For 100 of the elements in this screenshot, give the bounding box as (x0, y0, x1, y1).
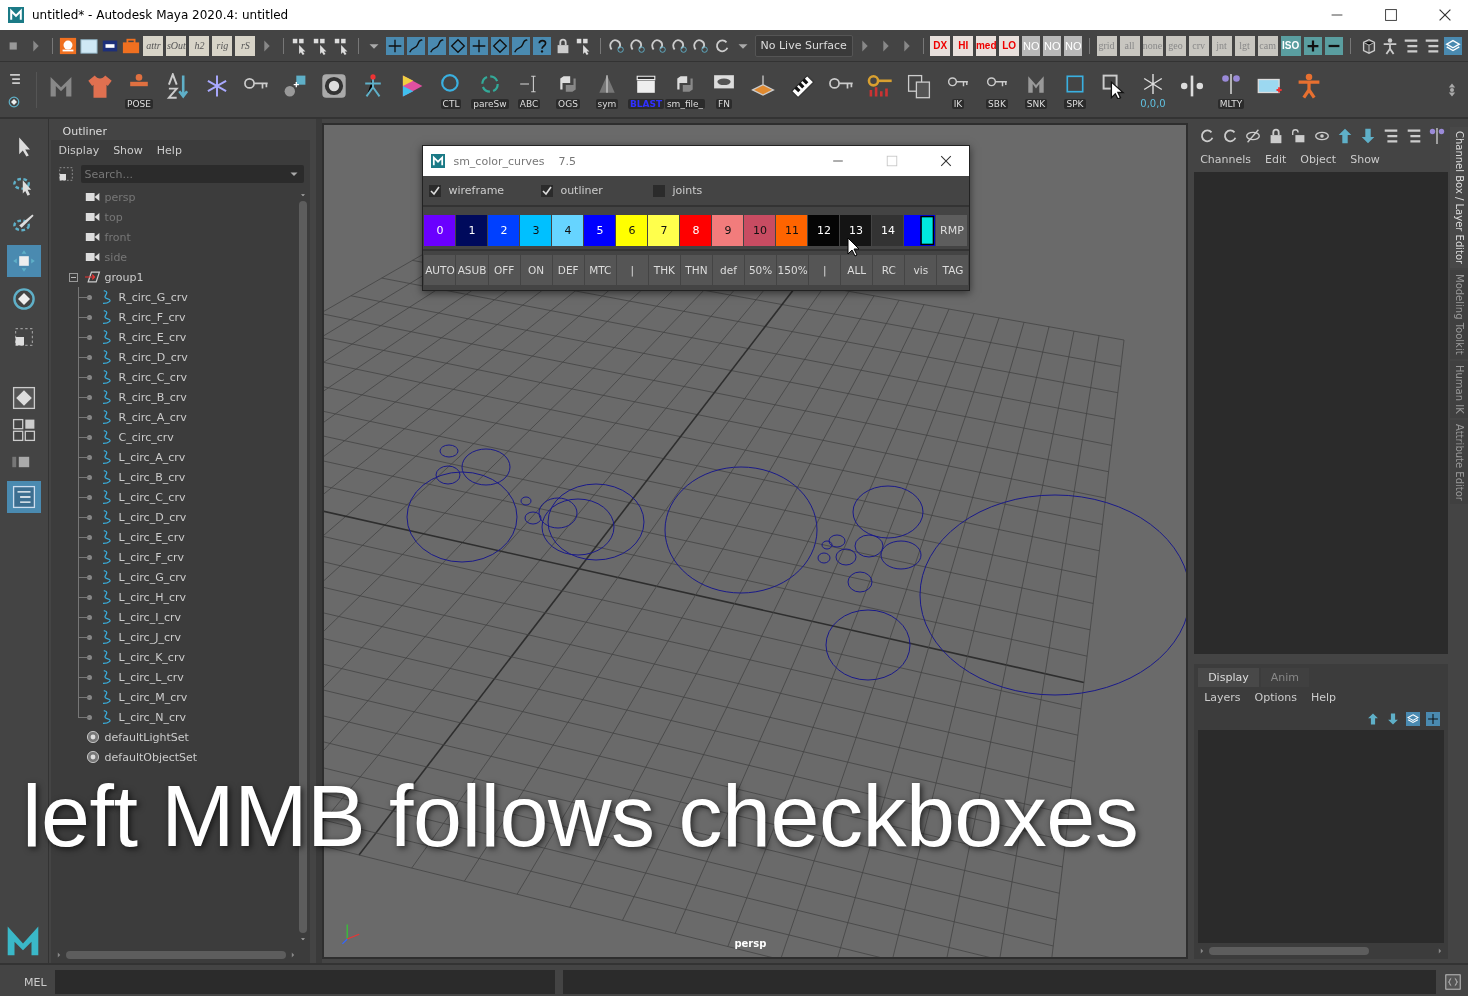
ramp-button[interactable]: RMP (936, 215, 968, 246)
action-button[interactable]: def (712, 255, 745, 285)
person-icon[interactable] (1296, 72, 1322, 99)
outliner-item[interactable]: L_circ_E_crv (118, 530, 185, 544)
snap-view-icon[interactable] (470, 36, 489, 55)
recycle-icon[interactable] (479, 72, 501, 95)
checkbox[interactable] (653, 184, 666, 197)
action-button[interactable]: | (809, 255, 841, 285)
menu-item[interactable]: Help (156, 144, 182, 157)
color-swatch[interactable]: 8 (680, 215, 712, 246)
search-field[interactable]: Search... (80, 165, 305, 183)
magnet-icon[interactable] (607, 36, 626, 55)
outliner-item[interactable]: L_circ_N_crv (118, 710, 186, 724)
outliner-item[interactable]: C_circ_crv (118, 430, 174, 444)
action-button[interactable]: RC (873, 255, 905, 285)
magnet-icon[interactable] (649, 36, 668, 55)
menu-item[interactable]: Edit (1265, 153, 1287, 166)
action-button[interactable]: DEF (552, 255, 584, 285)
scrollbar-thumb[interactable] (65, 951, 286, 959)
toolbar-button[interactable]: med (976, 35, 997, 56)
shelf-button[interactable]: SPK (1064, 98, 1086, 109)
live-surface-field[interactable]: No Live Surface (754, 34, 853, 57)
color-swatch[interactable]: 1 (456, 215, 488, 246)
isolate-remove-icon[interactable] (1324, 36, 1343, 55)
skull-icon[interactable] (59, 36, 78, 55)
color-swatch[interactable]: 9 (712, 215, 744, 246)
action-button[interactable]: | (616, 255, 648, 285)
command-language-label[interactable]: MEL (24, 975, 47, 989)
color-pair-icon[interactable] (904, 215, 936, 246)
color-swatch[interactable]: 14 (872, 215, 904, 246)
action-button[interactable]: TAG (937, 255, 969, 285)
outliner-item[interactable]: L_circ_H_crv (118, 590, 186, 604)
side-tab[interactable]: Channel Box / Layer Editor (1450, 127, 1468, 269)
color-swatch[interactable]: 11 (776, 215, 808, 246)
menu-item[interactable]: Show (113, 144, 143, 157)
toolbar-button[interactable]: sOut (166, 35, 187, 56)
copy-icon[interactable] (906, 72, 932, 99)
action-button[interactable]: ON (520, 255, 552, 285)
ring-icon[interactable] (440, 72, 462, 95)
menu-item[interactable]: Channels (1200, 153, 1252, 166)
help-icon[interactable] (533, 36, 552, 55)
maximize-icon[interactable] (1382, 6, 1400, 24)
menu-item[interactable]: Show (1350, 153, 1380, 166)
outliner-item[interactable]: L_circ_M_crv (118, 690, 188, 704)
magnet-icon[interactable] (691, 36, 710, 55)
panel-tab[interactable]: Display (1198, 668, 1259, 687)
shelf-button[interactable]: ABC (517, 98, 541, 109)
shelf-button[interactable]: pareSw (471, 98, 509, 109)
collapse-toggle[interactable] (68, 272, 78, 282)
hide-icon[interactable] (1244, 127, 1263, 145)
magnet-icon[interactable] (670, 36, 689, 55)
color-swatch[interactable]: 0 (424, 215, 456, 246)
outliner-item[interactable]: L_circ_B_crv (118, 470, 186, 484)
snap-live-icon[interactable] (512, 36, 531, 55)
folder-icon[interactable] (80, 36, 99, 55)
action-button[interactable]: vis (905, 255, 937, 285)
command-result-field[interactable] (562, 970, 1436, 994)
menu-item[interactable]: Help (1311, 691, 1337, 704)
action-button[interactable]: ASUB (456, 255, 488, 285)
shelf-button[interactable]: OGS (556, 98, 580, 109)
toolbar-button[interactable]: rig (212, 35, 233, 56)
menu-item[interactable]: Display (58, 144, 100, 157)
pointer-icon[interactable] (1101, 72, 1127, 99)
dots-icon[interactable] (1220, 72, 1242, 95)
move-tool-button[interactable] (6, 245, 41, 277)
shelf-menu-icon[interactable] (8, 71, 22, 86)
gear-icon[interactable] (8, 95, 20, 108)
snap-surface-icon[interactable] (491, 36, 510, 55)
shelf-button[interactable]: CTL (440, 98, 462, 109)
color-swatch[interactable]: 7 (648, 215, 680, 246)
action-button[interactable]: AUTO (424, 255, 456, 285)
toolbar-button[interactable]: rS (235, 35, 256, 56)
outliner-item[interactable]: R_circ_E_crv (118, 330, 187, 344)
side-tab[interactable]: Attribute Editor (1450, 419, 1468, 505)
action-button[interactable]: THN (680, 255, 712, 285)
color-swatch[interactable]: 3 (520, 215, 552, 246)
layers-icon[interactable] (1443, 36, 1462, 55)
menu-item[interactable]: Layers (1204, 691, 1241, 704)
outliner-item[interactable]: L_circ_I_crv (118, 610, 181, 624)
shelf-button[interactable]: SNK (1024, 98, 1048, 109)
shelf-button[interactable]: IK (951, 98, 965, 109)
outliner-item[interactable]: R_circ_F_crv (118, 310, 186, 324)
outliner-item[interactable]: L_circ_A_crv (118, 450, 186, 464)
outliner-item[interactable]: L_circ_J_crv (118, 630, 181, 644)
toolbar-button[interactable]: LO (999, 35, 1020, 56)
outliner-item[interactable]: R_circ_C_crv (118, 370, 187, 384)
toolbar-button[interactable]: h2 (189, 35, 210, 56)
scroll-up-icon[interactable] (299, 191, 308, 199)
action-button[interactable]: THK (648, 255, 680, 285)
outliner-item[interactable]: L_circ_D_crv (118, 510, 187, 524)
color-swatch[interactable]: 2 (488, 215, 520, 246)
shelf-button[interactable]: 0,0,0 (1138, 97, 1168, 109)
color-swatch[interactable]: 12 (808, 215, 840, 246)
snap-point-icon[interactable] (428, 36, 447, 55)
side-tab[interactable]: Human IK (1450, 360, 1468, 418)
add-layer-icon[interactable] (1426, 712, 1441, 726)
outliner-item[interactable]: L_circ_F_crv (118, 550, 185, 564)
key-graph-icon[interactable] (867, 72, 893, 99)
menu-item[interactable]: Options (1254, 691, 1297, 704)
outliner-item[interactable]: R_circ_D_crv (118, 350, 188, 364)
